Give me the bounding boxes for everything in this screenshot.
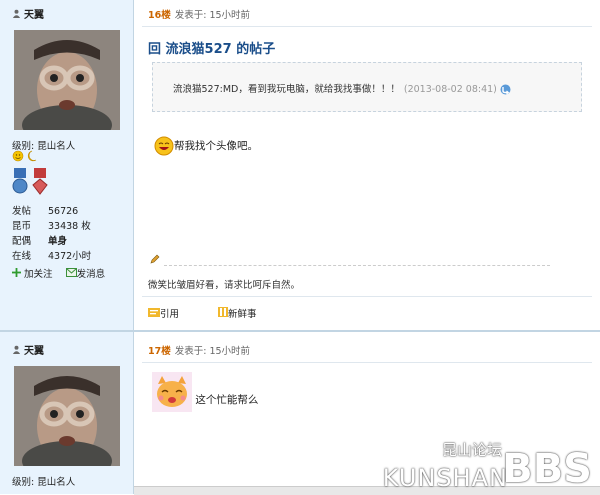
medal-icon <box>12 168 48 195</box>
header-divider-2 <box>142 362 592 363</box>
floor-number-2[interactable]: 17楼 <box>148 346 171 357</box>
stat-online-value: 4372小时 <box>48 251 92 262</box>
post-body-text-2: 这个忙能帮么 <box>195 394 259 406</box>
stat-coins-value: 33438 枚 <box>48 221 91 232</box>
smiley-moon-icon <box>12 150 37 162</box>
floor-header-2: 17楼 发表于: 15小时前 <box>148 343 250 357</box>
actions-divider <box>142 296 592 297</box>
avatar-image <box>14 30 120 130</box>
back-arrow-icon[interactable] <box>500 84 511 95</box>
author-sidebar: 天翼 级别: 昆山名人 发帖 56726 昆币 33438 枚 配偶 单身 在线… <box>0 0 134 330</box>
floor-header: 16楼 发表于: 15小时前 <box>148 7 250 21</box>
author-name-text: 天翼 <box>24 10 44 21</box>
quote-text: 流浪猫527:MD，看到我玩电脑，就给我找事做！！！ <box>173 84 400 95</box>
post-body-2: 这个忙能帮么 <box>152 372 258 412</box>
follow-button[interactable]: 加关注 <box>12 268 53 280</box>
author-sidebar-2: 天翼 级别: 昆山名人 <box>0 332 134 494</box>
message-label: 发消息 <box>76 269 106 280</box>
stat-posts-label: 发帖 <box>12 206 32 217</box>
follow-label: 加关注 <box>24 269 53 280</box>
signature-divider <box>164 265 550 267</box>
level-icons <box>12 150 38 165</box>
share-new-label: 新鲜事 <box>228 309 257 320</box>
post-body-text: 帮我找个头像吧。 <box>174 140 258 152</box>
message-button[interactable]: 发消息 <box>65 268 106 280</box>
laughing-emoji-icon <box>154 136 174 156</box>
quote-icon <box>148 308 160 317</box>
author-name[interactable]: 天翼 <box>12 6 44 21</box>
avatar-image <box>14 366 120 466</box>
user-icon <box>12 345 21 354</box>
post-16: 天翼 级别: 昆山名人 发帖 56726 昆币 33438 枚 配偶 单身 在线… <box>0 0 600 330</box>
stat-spouse-value: 单身 <box>48 236 68 247</box>
bookmark-icon <box>218 307 229 317</box>
plus-icon <box>12 268 21 277</box>
message-icon <box>65 268 77 277</box>
quote-button[interactable]: 引用 <box>148 308 197 320</box>
stat-coins: 昆币 33438 枚 <box>12 218 91 232</box>
header-divider <box>142 26 592 27</box>
cat-emoji-icon <box>152 372 192 412</box>
post-time-2: 发表于: 15小时前 <box>174 346 251 357</box>
stat-spouse: 配偶 单身 <box>12 233 67 247</box>
post-actions: 引用 新鲜事 <box>148 306 293 320</box>
post-body: 帮我找个头像吧。 <box>154 136 258 156</box>
share-new-button[interactable]: 新鲜事 <box>218 307 275 320</box>
stat-posts-value: 56726 <box>48 206 79 217</box>
author-name-text-2: 天翼 <box>24 346 44 357</box>
quote-time: (2013-08-02 08:41) <box>403 84 497 95</box>
stat-posts: 发帖 56726 <box>12 203 78 217</box>
signature: 微笑比皱眉好看，请求比呵斥自然。 <box>148 280 301 291</box>
avatar[interactable] <box>14 30 120 130</box>
pencil-icon <box>150 254 160 264</box>
reply-title[interactable]: 回 流浪猫527 的帖子 <box>148 38 275 57</box>
user-icon <box>12 9 21 18</box>
stat-coins-label: 昆币 <box>12 221 32 232</box>
quote-content: 流浪猫527:MD，看到我玩电脑，就给我找事做！！！ (2013-08-02 08… <box>173 81 511 95</box>
watermark-area <box>400 442 600 494</box>
level-label-2: 级别: 昆山名人 <box>12 477 76 488</box>
stat-online-label: 在线 <box>12 251 32 262</box>
quote-box: 流浪猫527:MD，看到我玩电脑，就给我找事做！！！ (2013-08-02 08… <box>152 62 582 112</box>
post-content: 16楼 发表于: 15小时前 回 流浪猫527 的帖子 流浪猫527:MD，看到我… <box>134 0 600 330</box>
avatar-2[interactable] <box>14 366 120 466</box>
author-actions: 加关注 发消息 <box>12 266 105 280</box>
author-name-2[interactable]: 天翼 <box>12 342 44 357</box>
post-time: 发表于: 15小时前 <box>174 10 251 21</box>
medal-icons <box>12 168 52 199</box>
stat-online: 在线 4372小时 <box>12 248 91 262</box>
floor-number[interactable]: 16楼 <box>148 10 171 21</box>
stat-spouse-label: 配偶 <box>12 236 32 247</box>
quote-button-label: 引用 <box>160 309 180 320</box>
